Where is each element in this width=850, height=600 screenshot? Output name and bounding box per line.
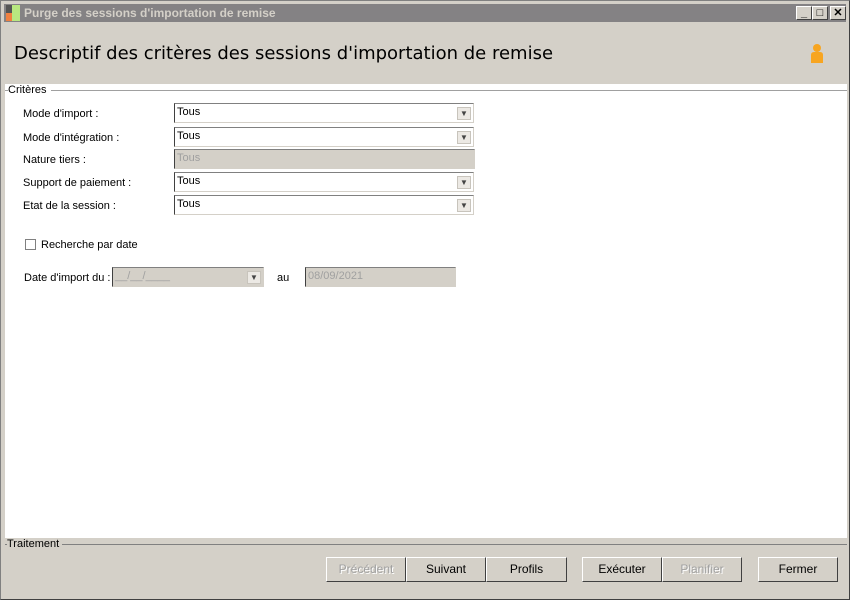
date-from-value: __/__/____ bbox=[115, 270, 171, 282]
nature-tiers-field: Tous bbox=[174, 149, 475, 169]
app-icon bbox=[6, 5, 22, 21]
date-to-field[interactable]: 08/09/2021 bbox=[305, 267, 456, 287]
chevron-down-icon[interactable]: ▼ bbox=[457, 176, 471, 189]
nature-tiers-value: Tous bbox=[177, 152, 201, 164]
page-header: Descriptif des critères des sessions d'i… bbox=[5, 23, 847, 83]
minimize-button[interactable]: _ bbox=[796, 6, 812, 20]
mode-import-label: Mode d'import : bbox=[23, 108, 99, 120]
mode-import-select[interactable]: Tous ▼ bbox=[174, 103, 474, 123]
chevron-down-icon[interactable]: ▼ bbox=[247, 271, 261, 284]
date-to-value: 08/09/2021 bbox=[308, 270, 364, 282]
date-search-label[interactable]: Recherche par date bbox=[41, 239, 138, 251]
mode-import-value: Tous bbox=[177, 106, 201, 118]
support-paiement-value: Tous bbox=[177, 175, 201, 187]
etat-session-select[interactable]: Tous ▼ bbox=[174, 195, 474, 215]
maximize-button[interactable]: □ bbox=[812, 6, 828, 20]
treatment-panel: Traitement Précédent Suivant Profils Exé… bbox=[5, 538, 847, 598]
previous-button[interactable]: Précédent bbox=[326, 557, 406, 582]
chevron-down-icon[interactable]: ▼ bbox=[457, 199, 471, 212]
nature-tiers-label: Nature tiers : bbox=[23, 154, 86, 166]
date-from-label: Date d'import du : bbox=[24, 272, 111, 284]
schedule-button[interactable]: Planifier bbox=[662, 557, 742, 582]
window: Purge des sessions d'importation de remi… bbox=[0, 0, 850, 600]
mode-integration-value: Tous bbox=[177, 130, 201, 142]
criteria-legend: Critères bbox=[8, 84, 51, 96]
execute-button[interactable]: Exécuter bbox=[582, 557, 662, 582]
etat-session-value: Tous bbox=[177, 198, 201, 210]
chevron-down-icon[interactable]: ▼ bbox=[457, 131, 471, 144]
window-title: Purge des sessions d'importation de remi… bbox=[24, 6, 276, 20]
next-button[interactable]: Suivant bbox=[406, 557, 486, 582]
mode-integration-label: Mode d'intégration : bbox=[23, 132, 120, 144]
chevron-down-icon[interactable]: ▼ bbox=[457, 107, 471, 120]
etat-session-label: Etat de la session : bbox=[23, 200, 116, 212]
title-bar[interactable]: Purge des sessions d'importation de remi… bbox=[4, 4, 846, 22]
close-button[interactable]: Fermer bbox=[758, 557, 838, 582]
criteria-divider bbox=[5, 90, 847, 91]
support-paiement-select[interactable]: Tous ▼ bbox=[174, 172, 474, 192]
date-from-picker[interactable]: __/__/____ ▼ bbox=[112, 267, 264, 287]
user-icon[interactable] bbox=[809, 43, 825, 65]
treatment-divider bbox=[5, 544, 847, 545]
profiles-button[interactable]: Profils bbox=[486, 557, 567, 582]
date-to-label: au bbox=[277, 272, 290, 284]
date-search-checkbox[interactable] bbox=[25, 239, 36, 250]
treatment-legend: Traitement bbox=[7, 538, 63, 550]
mode-integration-select[interactable]: Tous ▼ bbox=[174, 127, 474, 147]
criteria-panel: Critères Mode d'import : Tous ▼ Mode d'in… bbox=[5, 84, 847, 538]
close-window-button[interactable]: ✕ bbox=[830, 6, 846, 20]
page-title: Descriptif des critères des sessions d'i… bbox=[14, 43, 554, 64]
support-paiement-label: Support de paiement : bbox=[23, 177, 132, 189]
